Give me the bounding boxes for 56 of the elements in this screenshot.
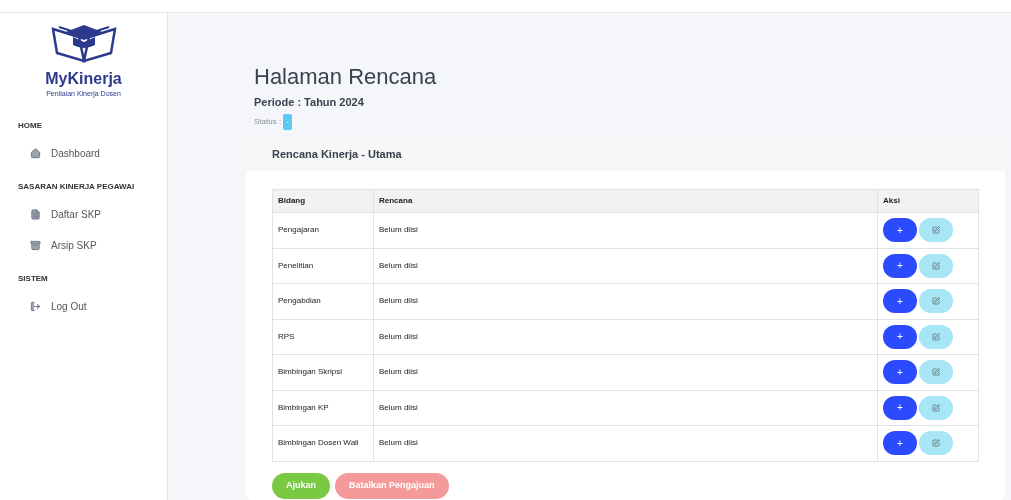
edit-button[interactable] — [919, 431, 953, 456]
archive-icon — [30, 239, 41, 251]
table-cell: RPS — [272, 319, 374, 355]
table-cell: Pengajaran — [272, 212, 374, 248]
table-cell: Belum diisi — [373, 354, 878, 390]
add-button[interactable]: + — [883, 360, 917, 385]
add-button[interactable]: + — [883, 395, 917, 420]
column-header: Aksi — [877, 189, 979, 213]
edit-button[interactable] — [919, 253, 953, 278]
sidebar-item[interactable]: Daftar SKP — [18, 198, 149, 230]
edit-icon — [932, 261, 940, 270]
table-cell: Bimbingan Dosen Wali — [272, 425, 374, 461]
logo-icon — [48, 23, 119, 63]
sidebar-item[interactable]: Arsip SKP — [18, 229, 149, 261]
table-cell: Belum diisi — [373, 212, 878, 248]
table-cell: Pengabdian — [272, 283, 374, 319]
table-cell: Bimbingan Skripsi — [272, 354, 374, 390]
column-header: Rencana — [373, 189, 878, 213]
table-cell: Belum diisi — [373, 283, 878, 319]
add-button[interactable]: + — [883, 289, 917, 314]
status-label: Status : — [254, 116, 282, 128]
edit-button[interactable] — [919, 218, 953, 243]
edit-button[interactable] — [919, 360, 953, 385]
card-title: Rencana Kinerja - Utama — [272, 147, 402, 163]
add-button[interactable]: + — [883, 431, 917, 456]
edit-icon — [932, 226, 940, 235]
column-header: Bidang — [272, 189, 374, 213]
home-icon — [30, 147, 41, 159]
edit-button[interactable] — [919, 324, 953, 349]
edit-icon — [932, 297, 940, 306]
table-cell: Bimbingan KP — [272, 390, 374, 426]
edit-icon — [932, 368, 940, 377]
status-badge: - — [283, 114, 292, 130]
edit-icon — [932, 332, 940, 341]
add-button[interactable]: + — [883, 218, 917, 243]
table-cell: Belum diisi — [373, 425, 878, 461]
table-cell: Belum diisi — [373, 390, 878, 426]
period-text: Periode : Tahun 2024 — [254, 94, 365, 110]
sidebar-item[interactable]: Log Out — [18, 290, 149, 322]
logout-icon — [30, 300, 41, 312]
section-heading: HOME — [18, 119, 43, 132]
sidebar-item[interactable]: Dashboard — [18, 137, 149, 169]
edit-button[interactable] — [919, 289, 953, 314]
edit-icon — [932, 403, 940, 412]
table-cell: Penelitian — [272, 248, 374, 284]
edit-button[interactable] — [919, 395, 953, 420]
add-button[interactable]: + — [883, 324, 917, 349]
table-cell: Belum diisi — [373, 248, 878, 284]
table-cell: Belum diisi — [373, 319, 878, 355]
section-heading: SISTEM — [18, 272, 49, 285]
section-heading: SASARAN KINERJA PEGAWAI — [18, 180, 136, 193]
file-icon — [30, 208, 41, 220]
add-button[interactable]: + — [883, 253, 917, 278]
brand-name: MyKinerja — [45, 69, 122, 89]
edit-icon — [932, 439, 940, 448]
page-title: Halaman Rencana — [254, 63, 438, 91]
